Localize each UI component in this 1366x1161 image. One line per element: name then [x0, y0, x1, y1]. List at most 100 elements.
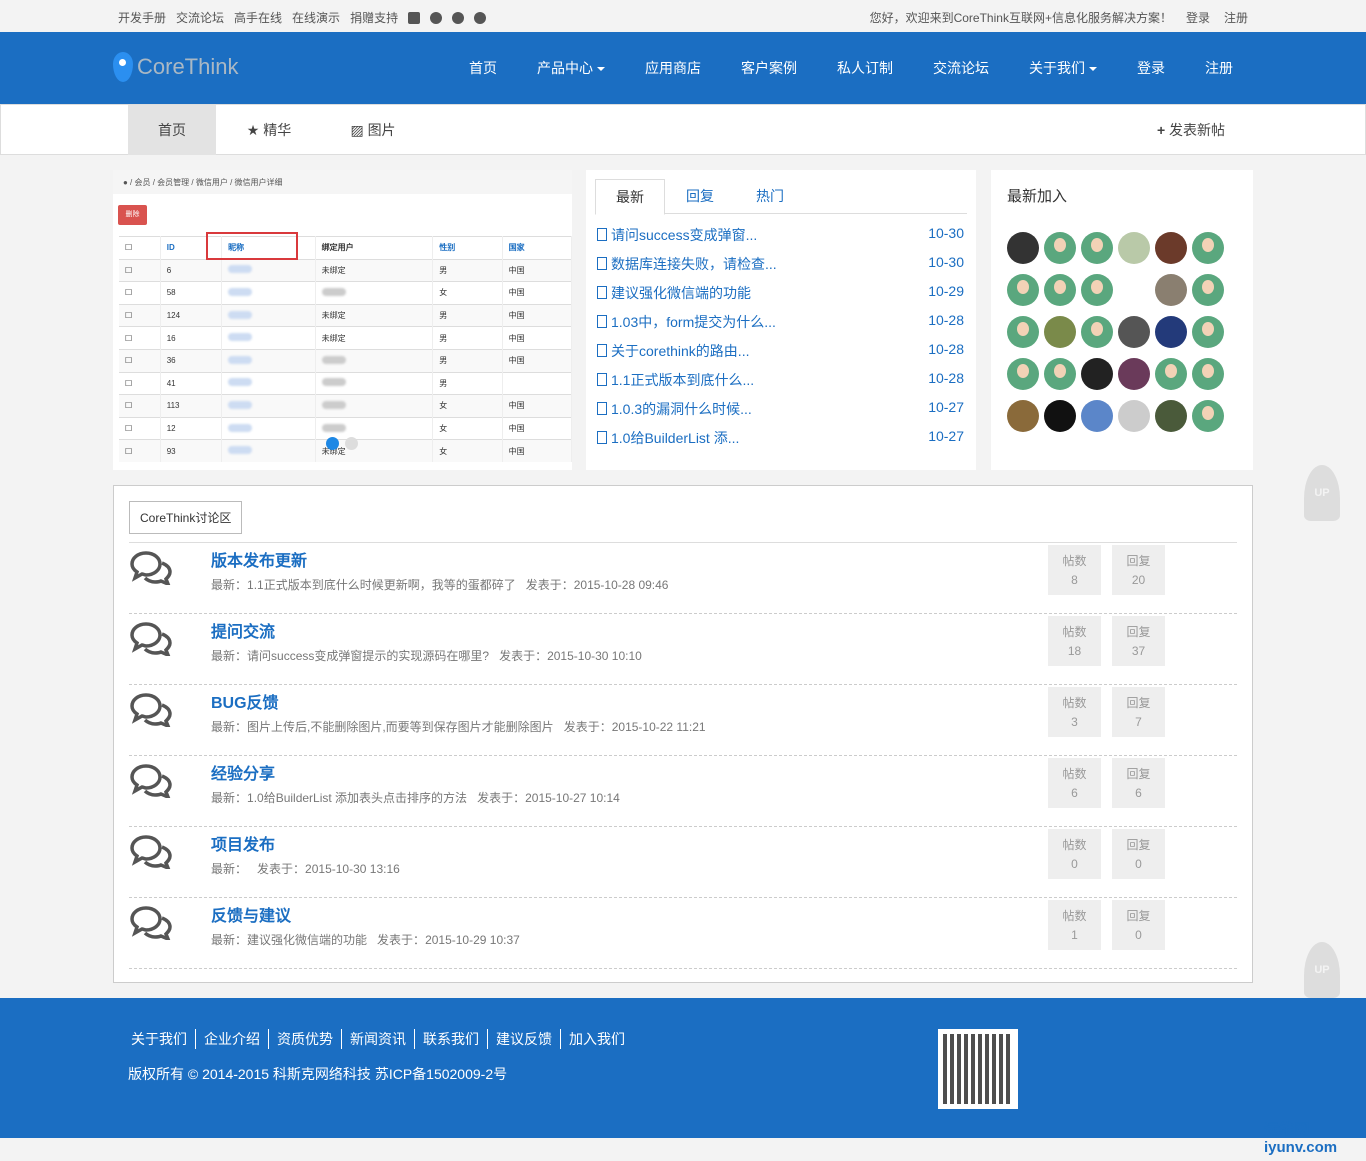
- member-avatar[interactable]: [1155, 274, 1187, 306]
- nav-item[interactable]: 客户案例: [721, 58, 817, 78]
- member-avatar[interactable]: [1155, 400, 1187, 432]
- top-link[interactable]: 交流论坛: [176, 9, 224, 26]
- member-avatar[interactable]: [1118, 400, 1150, 432]
- logo-bird-icon: [113, 52, 133, 82]
- member-avatar[interactable]: [1044, 316, 1076, 348]
- latest-post-item[interactable]: 请问success变成弹窗... 10-30: [597, 225, 964, 245]
- tab-hot[interactable]: 热门: [735, 179, 805, 213]
- footer-link[interactable]: 建议反馈: [488, 1029, 561, 1049]
- qq-icon[interactable]: [430, 11, 443, 24]
- board-name-link[interactable]: 提问交流: [211, 618, 275, 642]
- latest-post-item[interactable]: 建议强化微信端的功能 10-29: [597, 283, 964, 303]
- member-avatar[interactable]: [1081, 358, 1113, 390]
- new-post-button[interactable]: + 发表新帖: [1141, 105, 1241, 155]
- member-avatar[interactable]: [1118, 316, 1150, 348]
- member-avatar[interactable]: [1044, 400, 1076, 432]
- member-avatar[interactable]: [1044, 274, 1076, 306]
- latest-post-item[interactable]: 1.03中，form提交为什么... 10-28: [597, 312, 964, 332]
- nav-item[interactable]: 应用商店: [625, 58, 721, 78]
- nav-item[interactable]: 产品中心: [517, 58, 625, 78]
- post-count: 帖数 3: [1048, 687, 1101, 737]
- member-avatar[interactable]: [1044, 232, 1076, 264]
- member-avatar[interactable]: [1081, 232, 1113, 264]
- member-avatar[interactable]: [1007, 400, 1039, 432]
- latest-post-item[interactable]: 1.0给BuilderList 添... 10-27: [597, 428, 964, 448]
- member-avatar[interactable]: [1192, 274, 1224, 306]
- reply-count: 回复 0: [1112, 829, 1165, 879]
- member-avatar[interactable]: [1081, 274, 1113, 306]
- footer-link[interactable]: 新闻资讯: [342, 1029, 415, 1049]
- carousel[interactable]: ● / 会员 / 会员管理 / 微信用户 / 微信用户详细 删除 ☐ ID 昵称 绑定…: [113, 170, 572, 470]
- nav-item[interactable]: 登录: [1117, 58, 1185, 78]
- board-name-link[interactable]: 反馈与建议: [211, 902, 291, 926]
- top-link[interactable]: 高手在线: [234, 9, 282, 26]
- weibo-icon[interactable]: [452, 11, 465, 24]
- envelope-icon[interactable]: [408, 11, 421, 24]
- board-name-link[interactable]: 版本发布更新: [211, 547, 307, 571]
- member-avatar[interactable]: [1007, 358, 1039, 390]
- member-avatar[interactable]: [1155, 358, 1187, 390]
- carousel-dot[interactable]: [345, 437, 358, 450]
- member-avatar[interactable]: [1155, 232, 1187, 264]
- tab-home[interactable]: 首页: [128, 105, 216, 155]
- latest-post-link[interactable]: 图片上传后,不能删除图片,而要等到保存图片才能删除图片: [247, 720, 554, 734]
- member-avatar[interactable]: [1007, 274, 1039, 306]
- forum-board-row: 经验分享 最新：1.0给BuilderList 添加表头点击排序的方法 发表于：2…: [129, 756, 1237, 827]
- member-avatar[interactable]: [1118, 358, 1150, 390]
- member-avatar[interactable]: [1118, 232, 1150, 264]
- board-name-link[interactable]: 经验分享: [211, 760, 275, 784]
- nav-item[interactable]: 私人订制: [817, 58, 913, 78]
- board-name-link[interactable]: 项目发布: [211, 831, 275, 855]
- tab-replies[interactable]: 回复: [665, 179, 735, 213]
- top-register-link[interactable]: 注册: [1224, 9, 1248, 26]
- logo[interactable]: CoreThink: [113, 52, 238, 82]
- latest-post-item[interactable]: 数据库连接失败，请检查... 10-30: [597, 254, 964, 274]
- tab-images[interactable]: ▨ 图片: [333, 105, 413, 155]
- member-avatar[interactable]: [1081, 316, 1113, 348]
- top-link[interactable]: 开发手册: [118, 9, 166, 26]
- footer-link[interactable]: 联系我们: [415, 1029, 488, 1049]
- nav-item[interactable]: 首页: [449, 58, 517, 78]
- member-avatar[interactable]: [1007, 316, 1039, 348]
- latest-post-link[interactable]: 请问success变成弹窗提示的实现源码在哪里?: [247, 649, 489, 663]
- latest-post-item[interactable]: 1.0.3的漏洞什么时候... 10-27: [597, 399, 964, 419]
- back-to-top-rocket-icon[interactable]: UP: [1304, 942, 1340, 998]
- footer-link[interactable]: 关于我们: [123, 1029, 196, 1049]
- breadcrumb: ● / 会员 / 会员管理 / 微信用户 / 微信用户详细: [113, 170, 572, 194]
- member-avatar[interactable]: [1007, 232, 1039, 264]
- footer-link[interactable]: 企业介绍: [196, 1029, 269, 1049]
- member-avatar[interactable]: [1118, 274, 1150, 306]
- nav-item[interactable]: 关于我们: [1009, 58, 1117, 78]
- wechat-icon[interactable]: [474, 11, 487, 24]
- back-to-top-rocket-icon[interactable]: UP: [1304, 465, 1340, 521]
- member-avatar[interactable]: [1081, 400, 1113, 432]
- top-login-link[interactable]: 登录: [1186, 9, 1210, 26]
- member-avatar[interactable]: [1192, 358, 1224, 390]
- post-count: 帖数 1: [1048, 900, 1101, 950]
- delete-button: 删除: [118, 205, 147, 225]
- top-bar: 开发手册 交流论坛 高手在线 在线演示 捐赠支持 您好，欢迎来到CoreThink互联网…: [0, 0, 1366, 32]
- footer-link[interactable]: 资质优势: [269, 1029, 342, 1049]
- carousel-dot[interactable]: [326, 437, 339, 450]
- top-link[interactable]: 在线演示: [292, 9, 340, 26]
- tab-latest[interactable]: 最新: [595, 179, 665, 215]
- latest-post-link[interactable]: 1.0给BuilderList 添加表头点击排序的方法: [247, 791, 467, 805]
- board-name-link[interactable]: BUG反馈: [211, 689, 279, 713]
- latest-post-item[interactable]: 关于corethink的路由... 10-28: [597, 341, 964, 361]
- nav-item[interactable]: 注册: [1185, 58, 1253, 78]
- copyright: 版权所有 © 2014-2015 科斯克网络科技 苏ICP备1502009-2号: [128, 1066, 508, 1082]
- member-avatar[interactable]: [1192, 316, 1224, 348]
- footer-link[interactable]: 加入我们: [561, 1029, 633, 1049]
- latest-post-link[interactable]: 1.1正式版本到底什么时候更新啊，我等的蛋都碎了: [247, 578, 516, 592]
- post-count: 帖数 0: [1048, 829, 1101, 879]
- nav-item[interactable]: 交流论坛: [913, 58, 1009, 78]
- panel-title: 最新加入: [1007, 188, 1068, 205]
- tab-featured[interactable]: ★ 精华: [229, 105, 309, 155]
- member-avatar[interactable]: [1155, 316, 1187, 348]
- top-link[interactable]: 捐赠支持: [350, 9, 398, 26]
- latest-post-item[interactable]: 1.1正式版本到底什么... 10-28: [597, 370, 964, 390]
- member-avatar[interactable]: [1044, 358, 1076, 390]
- latest-post-link[interactable]: 建议强化微信端的功能: [247, 933, 367, 947]
- member-avatar[interactable]: [1192, 232, 1224, 264]
- member-avatar[interactable]: [1192, 400, 1224, 432]
